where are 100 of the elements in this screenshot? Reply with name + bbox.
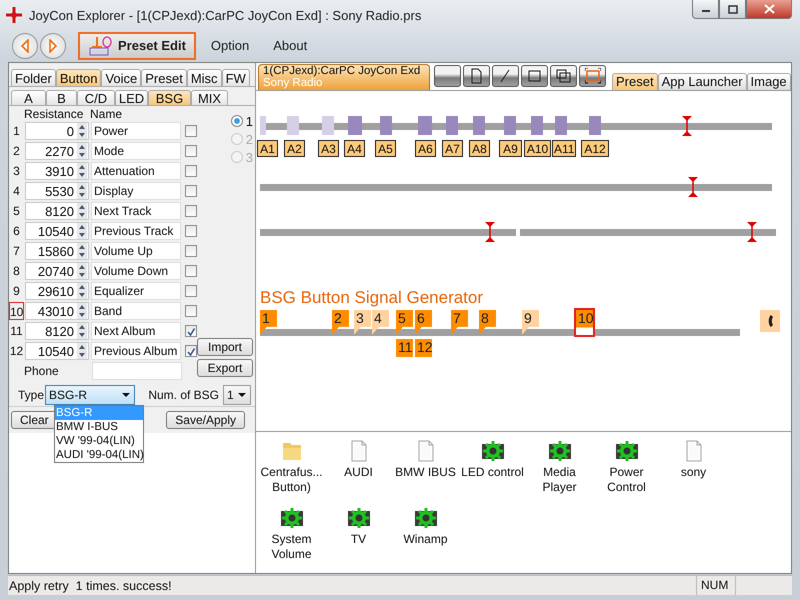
toolbar-tab[interactable]: Option	[202, 32, 258, 60]
toolbar-button[interactable]	[492, 65, 519, 88]
checkbox[interactable]	[185, 125, 197, 137]
action-button[interactable]: Save/Apply	[166, 411, 245, 429]
toolbar-button[interactable]	[579, 65, 606, 88]
row-number[interactable]: 8	[9, 262, 24, 280]
file-label[interactable]: System Volume	[271, 532, 312, 562]
tab[interactable]: LED	[115, 90, 148, 105]
tab[interactable]: B	[46, 90, 77, 105]
name-field[interactable]: Volume Up	[91, 242, 181, 260]
position-marker[interactable]	[747, 222, 757, 242]
tab[interactable]: Button	[56, 69, 102, 86]
button-label[interactable]: A3	[318, 140, 339, 157]
action-button[interactable]: Export	[197, 359, 253, 377]
button-label[interactable]: A1	[257, 140, 278, 157]
minimize-button[interactable]	[692, 0, 719, 19]
name-field[interactable]: Mode	[91, 142, 181, 160]
resistance-spin-field[interactable]: 8120	[25, 322, 89, 340]
file-label[interactable]: Centrafus... Button)	[260, 465, 323, 495]
file-label[interactable]: AUDI	[344, 465, 373, 480]
action-button[interactable]: Import	[197, 338, 253, 356]
toolbar-button[interactable]	[521, 65, 548, 88]
name-field[interactable]: Previous Track	[91, 222, 181, 240]
spinner-icon[interactable]	[77, 123, 87, 139]
row-number[interactable]: 1	[9, 122, 24, 140]
row-number[interactable]: 12	[9, 342, 24, 360]
resistance-spin-field[interactable]: 2270	[25, 142, 89, 160]
checkbox[interactable]	[185, 245, 197, 257]
signal-block[interactable]	[555, 116, 567, 135]
checkbox[interactable]	[185, 145, 197, 157]
back-button[interactable]	[12, 32, 38, 58]
button-label[interactable]: A6	[415, 140, 436, 157]
gear-icon[interactable]	[414, 506, 438, 530]
type-dropdown[interactable]: BSG-R	[45, 385, 136, 405]
signal-block[interactable]	[380, 116, 392, 135]
button-label[interactable]: A10	[524, 140, 551, 157]
spinner-icon[interactable]	[77, 163, 87, 179]
resistance-spin-field[interactable]: 15860	[25, 242, 89, 260]
file-label[interactable]: BMW IBUS	[395, 465, 456, 480]
phone-field[interactable]	[92, 362, 182, 380]
resistance-spin-field[interactable]: 10540	[25, 222, 89, 240]
row-number[interactable]: 5	[9, 202, 24, 220]
position-marker[interactable]	[682, 116, 692, 136]
checkbox[interactable]	[185, 265, 197, 277]
tab[interactable]: BSG	[148, 90, 191, 105]
signal-block[interactable]	[504, 116, 516, 135]
tab[interactable]: App Launcher	[658, 72, 747, 90]
row-number[interactable]: 4	[9, 182, 24, 200]
name-field[interactable]: Next Album	[91, 322, 181, 340]
name-field[interactable]: Attenuation	[91, 162, 181, 180]
toolbar-button[interactable]	[434, 65, 461, 88]
signal-flag[interactable]: 11	[396, 338, 413, 357]
name-field[interactable]: Band	[91, 302, 181, 320]
spinner-icon[interactable]	[77, 203, 87, 219]
spinner-icon[interactable]	[77, 283, 87, 299]
checkbox[interactable]	[185, 345, 197, 357]
tab[interactable]: Folder	[11, 69, 56, 86]
toolbar-tab[interactable]: Preset Edit	[78, 32, 196, 60]
tab[interactable]: Misc	[186, 69, 222, 86]
resistance-spin-field[interactable]: 10540	[25, 342, 89, 360]
file-label[interactable]: Power Control	[607, 465, 646, 495]
button-label[interactable]: A5	[375, 140, 396, 157]
button-label[interactable]: A11	[552, 140, 576, 157]
forward-button[interactable]	[40, 32, 66, 58]
button-label[interactable]: A8	[469, 140, 490, 157]
resistance-spin-field[interactable]: 5530	[25, 182, 89, 200]
name-field[interactable]: Volume Down	[91, 262, 181, 280]
spinner-icon[interactable]	[77, 323, 87, 339]
toolbar-button[interactable]	[550, 65, 577, 88]
resistance-spin-field[interactable]: 43010	[25, 302, 89, 320]
checkbox[interactable]	[185, 285, 197, 297]
row-number[interactable]: 7	[9, 242, 24, 260]
tab[interactable]: Image	[746, 72, 791, 90]
name-field[interactable]: Power	[91, 122, 181, 140]
button-label[interactable]: A7	[442, 140, 463, 157]
file-label[interactable]: LED control	[461, 465, 524, 480]
spinner-icon[interactable]	[77, 243, 87, 259]
tab[interactable]: A	[11, 90, 46, 105]
checkbox[interactable]	[185, 185, 197, 197]
spinner-icon[interactable]	[77, 343, 87, 359]
gear-icon[interactable]	[614, 439, 638, 463]
dropdown-option[interactable]: BMW I-BUS	[55, 420, 143, 434]
spinner-icon[interactable]	[77, 263, 87, 279]
resistance-spin-field[interactable]: 29610	[25, 282, 89, 300]
resistance-spin-field[interactable]: 20740	[25, 262, 89, 280]
signal-block[interactable]	[531, 116, 543, 135]
signal-block[interactable]	[589, 116, 601, 135]
gear-icon[interactable]	[480, 439, 504, 463]
name-field[interactable]: Previous Album	[91, 342, 181, 360]
resistance-spin-field[interactable]: 3910	[25, 162, 89, 180]
toolbar-tab[interactable]: About	[264, 32, 316, 60]
checkbox[interactable]	[185, 165, 197, 177]
file-label[interactable]: Media Player	[542, 465, 576, 495]
position-marker[interactable]	[485, 222, 495, 242]
spinner-icon[interactable]	[77, 223, 87, 239]
tab[interactable]: C/D	[77, 90, 115, 105]
name-field[interactable]: Display	[91, 182, 181, 200]
checkbox[interactable]	[185, 325, 197, 337]
close-button[interactable]	[746, 0, 792, 19]
signal-block[interactable]	[348, 116, 362, 135]
